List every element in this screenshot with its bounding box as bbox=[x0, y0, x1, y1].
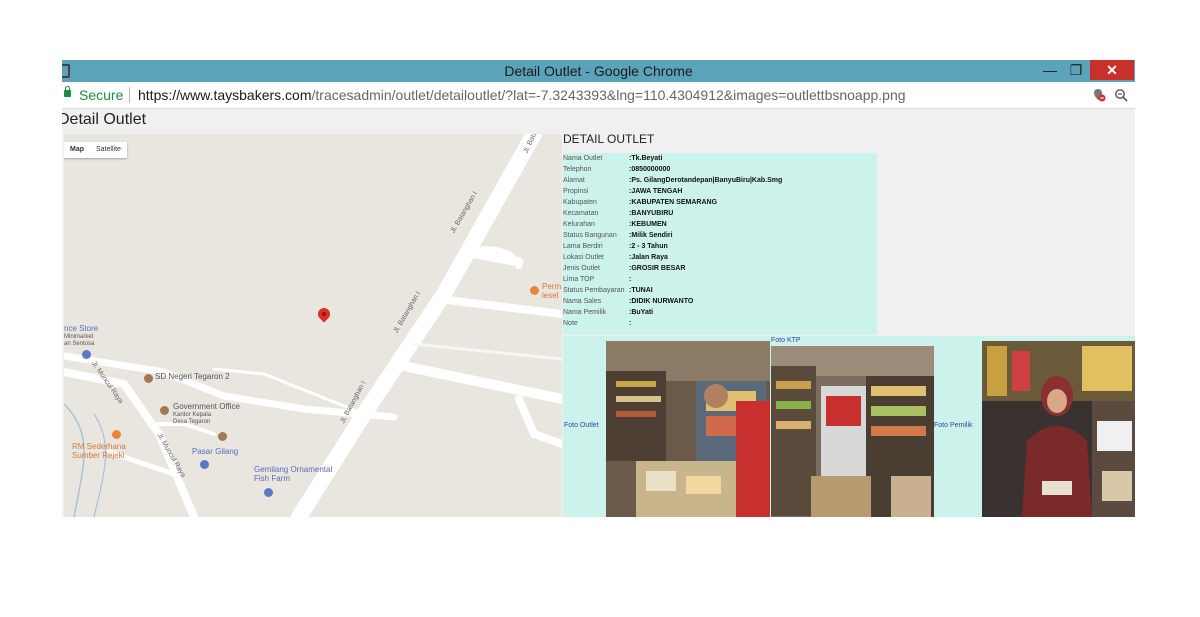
detail-label: Note bbox=[563, 320, 578, 327]
detail-label: Lokasi Outlet bbox=[563, 254, 604, 261]
minimize-button[interactable]: — bbox=[1039, 60, 1061, 80]
detail-value: :TUNAI bbox=[629, 287, 653, 294]
url-path: /tracesadmin/outlet/detailoutlet/?lat=-7… bbox=[311, 87, 906, 103]
owner-photo[interactable] bbox=[982, 341, 1135, 517]
detail-label: Nama Sales bbox=[563, 298, 602, 305]
browser-window: Detail Outlet - Google Chrome — ❐ ✕ Secu… bbox=[62, 60, 1135, 517]
detail-label: Jenis Outlet bbox=[563, 265, 600, 272]
location-blocked-icon[interactable] bbox=[1092, 88, 1106, 105]
map-roads bbox=[64, 134, 562, 517]
detail-label: Kabupaten bbox=[563, 199, 597, 206]
place-label: RM Sederhana bbox=[72, 442, 126, 451]
maximize-button[interactable]: ❐ bbox=[1065, 60, 1087, 80]
detail-label: Propinsi bbox=[563, 188, 589, 195]
place-label: Gemilang Ornamental bbox=[254, 465, 333, 474]
detail-value: :Tk.Beyati bbox=[629, 155, 663, 162]
place-label: SD Negeri Tegaron 2 bbox=[155, 372, 230, 381]
place-label: Pasar Gilang bbox=[192, 447, 239, 456]
url-host: https://www.taysbakers.com bbox=[138, 87, 312, 103]
zoom-icon[interactable] bbox=[1114, 88, 1128, 105]
map-view[interactable]: Map Satellite Jl. Bata Jl. Batanghan I Jl… bbox=[64, 134, 562, 517]
place-label: Fish Farm bbox=[254, 474, 290, 483]
close-button[interactable]: ✕ bbox=[1090, 60, 1134, 80]
detail-label: Telephon bbox=[563, 166, 592, 173]
place-label: an Sentosa bbox=[64, 341, 95, 347]
detail-label: Nama Pemilik bbox=[563, 309, 607, 316]
place-label: Desa Tegaron bbox=[173, 419, 211, 425]
detail-value: :JAWA TENGAH bbox=[629, 188, 683, 195]
page-heading: Detail Outlet bbox=[62, 111, 147, 128]
detail-label: Status Bangunan bbox=[563, 232, 617, 239]
restaurant-icon[interactable] bbox=[530, 286, 539, 295]
detail-value: :0850000000 bbox=[629, 166, 671, 173]
market-icon[interactable] bbox=[200, 460, 209, 469]
detail-value: :2 - 3 Tahun bbox=[629, 243, 668, 250]
detail-label: Lama Berdiri bbox=[563, 243, 603, 250]
government-office-icon[interactable] bbox=[160, 406, 169, 415]
detail-value: : bbox=[629, 320, 632, 327]
title-bar[interactable]: Detail Outlet - Google Chrome — ❐ ✕ bbox=[62, 60, 1135, 82]
detail-value: :DIDIK NURWANTO bbox=[629, 298, 694, 305]
secure-label[interactable]: Secure bbox=[79, 87, 123, 103]
detail-value: :KABUPATEN SEMARANG bbox=[629, 199, 718, 206]
map-type-map[interactable]: Map bbox=[64, 142, 90, 158]
detail-label: Alamat bbox=[563, 177, 585, 184]
detail-label: Status Pembayaran bbox=[563, 287, 625, 294]
detail-label: Kelurahan bbox=[563, 221, 595, 228]
map-type-control[interactable]: Map Satellite bbox=[64, 142, 127, 158]
detail-value: :Milik Sendiri bbox=[629, 232, 673, 239]
fish-farm-icon[interactable] bbox=[264, 488, 273, 497]
map-type-satellite[interactable]: Satellite bbox=[90, 142, 127, 158]
place-label: Government Office bbox=[173, 402, 240, 411]
address-separator bbox=[129, 87, 130, 103]
place-label: Sumber Rejeki bbox=[72, 451, 125, 460]
place-label: Perm bbox=[542, 282, 562, 291]
outlet-photo[interactable] bbox=[606, 341, 770, 517]
lock-icon bbox=[64, 86, 71, 97]
detail-label: Nama Outlet bbox=[563, 155, 603, 162]
photo-outlet-label: Foto Outlet bbox=[564, 422, 599, 429]
detail-value: :KEBUMEN bbox=[629, 221, 667, 228]
photo-ktp-label: Foto KTP bbox=[771, 337, 801, 344]
detail-value: :BuYati bbox=[629, 309, 654, 316]
detail-table: Nama Outlet :Tk.Beyati Telephon :085000000… bbox=[563, 153, 877, 335]
detail-value: :Ps. GilangDerotandepan|BanyuBiru|Kab.Sm… bbox=[629, 177, 783, 184]
url-text[interactable]: https://www.taysbakers.com/tracesadmin/o… bbox=[138, 87, 906, 103]
restaurant-icon[interactable] bbox=[112, 430, 121, 439]
shopping-icon[interactable] bbox=[82, 350, 91, 359]
place-label: nce Store bbox=[64, 324, 99, 333]
ktp-photo[interactable] bbox=[771, 346, 934, 517]
window-title: Detail Outlet - Google Chrome bbox=[504, 63, 693, 79]
detail-value: :BANYUBIRU bbox=[629, 210, 674, 217]
detail-value: :Jalan Raya bbox=[629, 254, 668, 261]
detail-label: Lima TOP bbox=[563, 276, 595, 283]
detail-value: :GROSIR BESAR bbox=[629, 265, 686, 272]
photo-owner-label: Foto Pemilik bbox=[934, 422, 973, 429]
place-icon[interactable] bbox=[218, 432, 227, 441]
place-label: lesel bbox=[542, 291, 559, 300]
address-bar[interactable]: Secure https://www.taysbakers.com/traces… bbox=[62, 82, 1135, 109]
detail-value: : bbox=[629, 276, 632, 283]
detail-title: DETAIL OUTLET bbox=[563, 132, 655, 146]
photo-section: Foto Outlet Foto KTP Foto Pemilik bbox=[563, 336, 1135, 517]
detail-label: Kecamatan bbox=[563, 210, 599, 217]
